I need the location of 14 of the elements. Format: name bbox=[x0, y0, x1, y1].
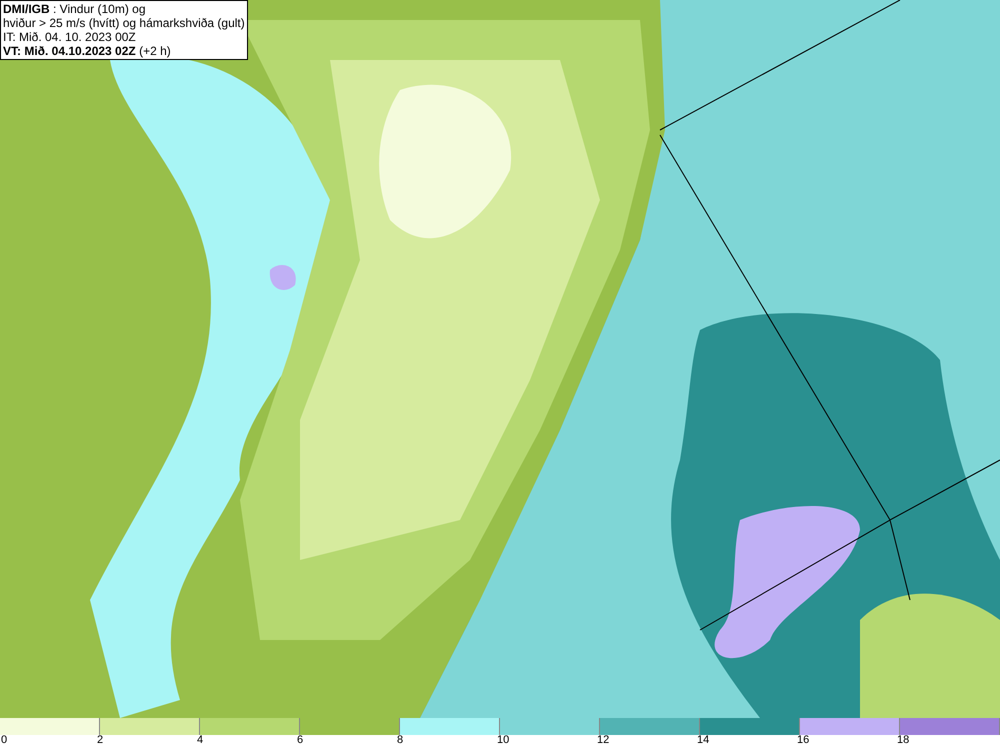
legend-tick-label: 8 bbox=[397, 734, 404, 746]
legend-tick-label: 4 bbox=[197, 734, 204, 746]
legend-tick-label: 12 bbox=[597, 734, 610, 746]
legend-tick-label: 14 bbox=[697, 734, 710, 746]
legend-tick-label: 6 bbox=[297, 734, 304, 746]
legend-tick-label: 0 bbox=[1, 734, 8, 746]
legend-tick-label: 18 bbox=[897, 734, 910, 746]
legend-tick-label: 16 bbox=[797, 734, 810, 746]
title-line: hviður > 25 m/s (hvítt) og hámarkshviða (gult) bbox=[3, 16, 245, 30]
legend-tick-label: 10 bbox=[497, 734, 510, 746]
title-line: IT: Mið. 04. 10. 2023 00Z bbox=[3, 30, 137, 44]
legend-tick-label: 2 bbox=[97, 734, 104, 746]
title-line: VT: Mið. 04.10.2023 02Z (+2 h) bbox=[3, 44, 172, 58]
title-line: DMI/IGB : Vindur (10m) og bbox=[3, 2, 146, 16]
